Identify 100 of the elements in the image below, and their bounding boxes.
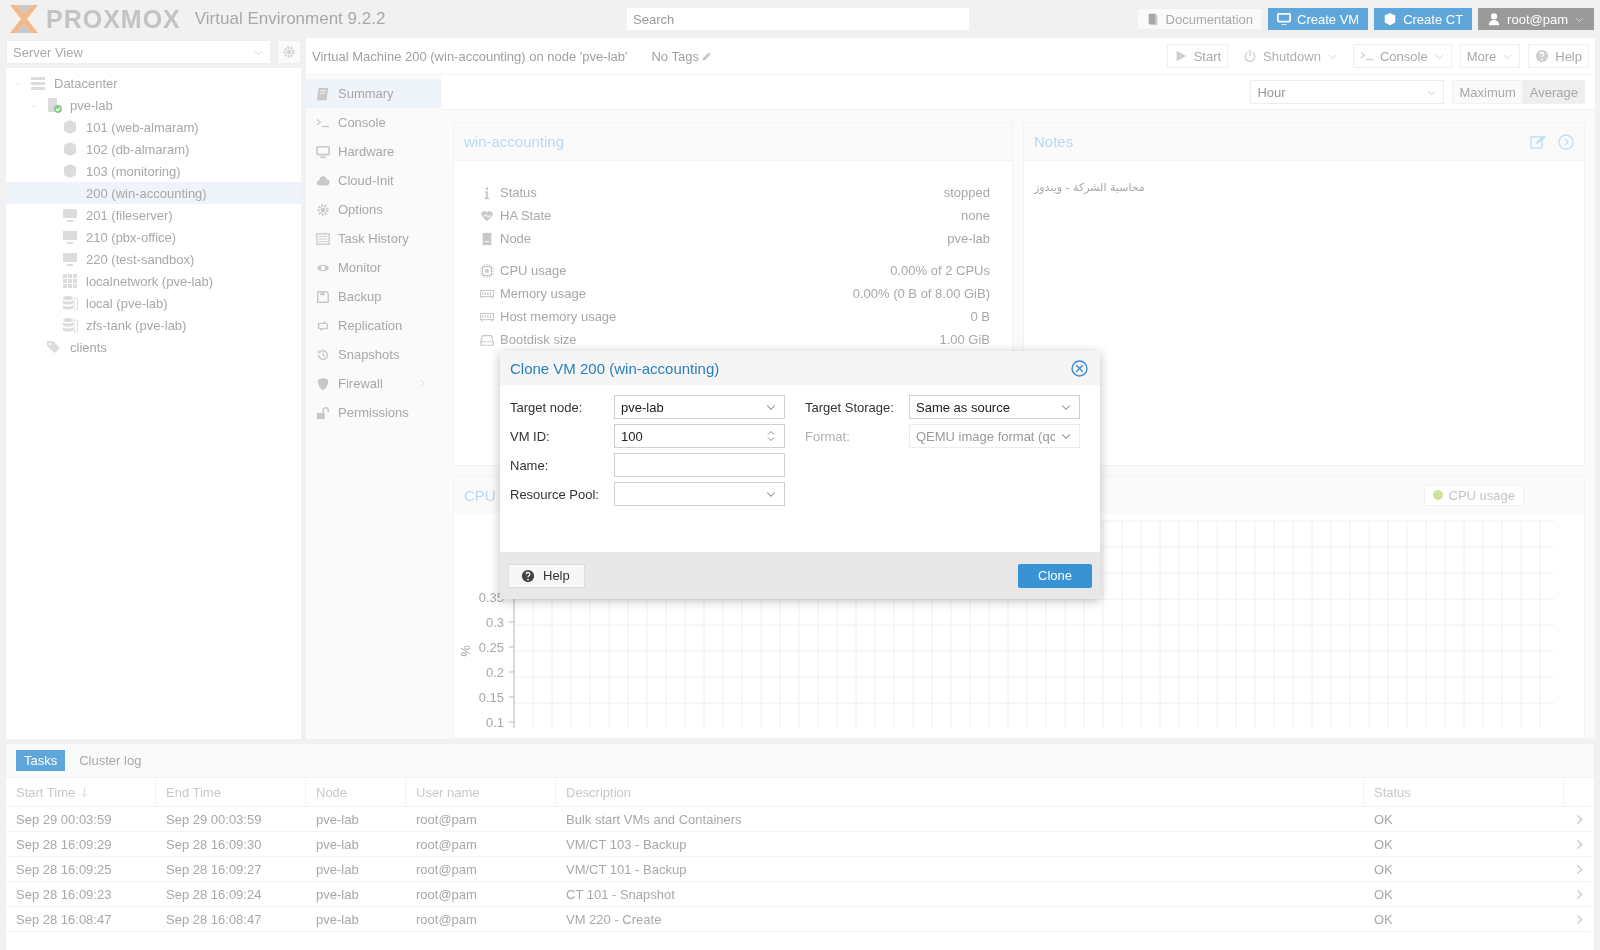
nav-item[interactable]: Cloud-Init — [306, 166, 441, 195]
edit-icon[interactable] — [1530, 133, 1546, 150]
search-field[interactable]: Search — [626, 7, 970, 31]
pencil-icon — [700, 50, 712, 62]
dialog-title: Clone VM 200 (win-accounting) — [510, 359, 720, 377]
create-button[interactable]: Create CT — [1374, 8, 1473, 30]
table-cell: Sep 29 00:03:59 — [6, 807, 156, 832]
tree-item[interactable]: 102 (db-almaram) — [6, 138, 301, 160]
dropdown-field[interactable]: pve-lab — [614, 395, 785, 419]
toolbar-button[interactable]: More — [1459, 44, 1521, 68]
status-label: Status — [500, 185, 537, 200]
create-button[interactable]: Create VM — [1268, 8, 1369, 30]
nav-item[interactable]: Replication — [306, 311, 441, 340]
axis-tick-label: 0.1 — [485, 715, 504, 728]
table-cell: CT 101 - Snapshot — [556, 882, 1364, 907]
nav-item[interactable]: Backup — [306, 282, 441, 311]
table-cell: root@pam — [406, 882, 556, 907]
field-label: VM ID: — [510, 428, 551, 444]
dropdown-field[interactable]: Same as source — [909, 395, 1080, 419]
nav-item[interactable]: Snapshots — [306, 340, 441, 369]
nav-item[interactable]: Task History — [306, 224, 441, 253]
chevron-icon[interactable] — [1574, 813, 1585, 825]
field-label: Format: — [805, 428, 851, 444]
documentation-button[interactable]: Documentation — [1136, 8, 1262, 30]
table-cell: VM/CT 103 - Backup — [556, 832, 1364, 857]
field-label: Target node: — [510, 399, 584, 415]
toolbar-button[interactable]: Help — [1528, 44, 1589, 68]
status-label: Memory usage — [500, 286, 586, 301]
table-cell: OK — [1364, 807, 1564, 832]
settings-button[interactable] — [277, 40, 301, 64]
view-selector[interactable]: Server View — [6, 40, 271, 64]
input-field[interactable]: 100 — [614, 424, 785, 448]
tree-item[interactable]: local (pve-lab) — [6, 292, 301, 314]
nav-item[interactable]: Console — [306, 108, 441, 137]
monitor-icon — [316, 144, 330, 159]
tree-item[interactable]: 210 (pbx-office) — [6, 226, 301, 248]
tree-item[interactable]: clients — [6, 336, 301, 358]
tree-item[interactable]: 200 (win-accounting) — [6, 182, 301, 204]
status-label: Node — [500, 231, 532, 246]
status-value: pve-lab — [947, 231, 990, 246]
tab[interactable]: Tasks — [16, 750, 66, 771]
tree-item[interactable]: 101 (web-almaram) — [6, 116, 301, 138]
table-cell: Sep 28 16:09:23 — [6, 882, 156, 907]
nav-item[interactable]: Monitor — [306, 253, 441, 282]
cube-icon — [62, 119, 78, 135]
legend-item[interactable]: CPU usage — [1423, 484, 1524, 506]
tags-link[interactable]: No Tags — [651, 48, 712, 64]
mode-toggle[interactable]: Average — [1522, 80, 1585, 104]
status-value: none — [961, 208, 990, 223]
table-cell: root@pam — [406, 832, 556, 857]
tab[interactable]: Cluster log — [71, 750, 150, 771]
tree-item[interactable]: 103 (monitoring) — [6, 160, 301, 182]
chart-title: CPU — [463, 485, 497, 506]
table-cell: pve-lab — [306, 882, 406, 907]
table-cell: VM/CT 101 - Backup — [556, 857, 1364, 882]
timeframe-selector[interactable]: Hour — [1250, 80, 1445, 104]
cloud-icon — [316, 173, 330, 188]
table-cell: pve-lab — [306, 857, 406, 882]
nav-item[interactable]: Hardware — [306, 137, 441, 166]
nav-item[interactable]: Summary — [306, 79, 441, 108]
cube-icon — [1383, 12, 1398, 26]
tree-item[interactable]: pve-lab — [6, 94, 301, 116]
dropdown-field[interactable] — [614, 482, 785, 506]
axis-tick-label: 0.2 — [485, 665, 504, 680]
monitor-icon — [62, 251, 78, 267]
table-cell: root@pam — [406, 857, 556, 882]
table-cell: pve-lab — [306, 807, 406, 832]
power-icon — [1243, 49, 1258, 63]
close-icon[interactable] — [1071, 359, 1088, 377]
chevron-circle-icon[interactable] — [1558, 133, 1574, 150]
table-cell: Sep 28 16:09:27 — [156, 857, 306, 882]
chevron-icon[interactable] — [1574, 913, 1585, 925]
tree-item[interactable]: localnetwork (pve-lab) — [6, 270, 301, 292]
tree-item[interactable]: zfs-tank (pve-lab) — [6, 314, 301, 336]
chevron-icon[interactable] — [1574, 888, 1585, 900]
chevron-icon[interactable] — [1574, 838, 1585, 850]
input-field[interactable] — [614, 453, 785, 477]
mode-toggle[interactable]: Maximum — [1452, 80, 1523, 104]
database-icon — [62, 295, 78, 311]
chevron-icon[interactable] — [1574, 863, 1585, 875]
nav-item[interactable]: Firewall — [306, 369, 441, 398]
tag-icon — [46, 339, 62, 355]
server-icon — [480, 231, 494, 246]
book-icon — [316, 86, 330, 101]
status-value: 0.00% (0 B of 8.00 GiB) — [852, 286, 990, 301]
notes-text: محاسبة الشركة - ويندوز — [1034, 181, 1146, 194]
field-label: Name: — [510, 457, 550, 473]
tree-item[interactable]: Datacenter — [6, 72, 301, 94]
list-icon — [316, 231, 330, 246]
help-button[interactable]: Help — [508, 563, 585, 588]
tree-item[interactable]: 220 (test-sandbox) — [6, 248, 301, 270]
toolbar-button[interactable]: Console — [1352, 44, 1452, 68]
nav-item[interactable]: Options — [306, 195, 441, 224]
user-menu-button[interactable]: root@pam — [1478, 8, 1594, 30]
clone-button[interactable]: Clone — [1018, 563, 1092, 588]
table-cell: Sep 29 00:03:59 — [156, 807, 306, 832]
panel-title: win-accounting — [463, 132, 566, 152]
nav-item[interactable]: Permissions — [306, 398, 441, 427]
tree-item[interactable]: 201 (fileserver) — [6, 204, 301, 226]
toolbar-button[interactable]: Start — [1166, 44, 1229, 68]
